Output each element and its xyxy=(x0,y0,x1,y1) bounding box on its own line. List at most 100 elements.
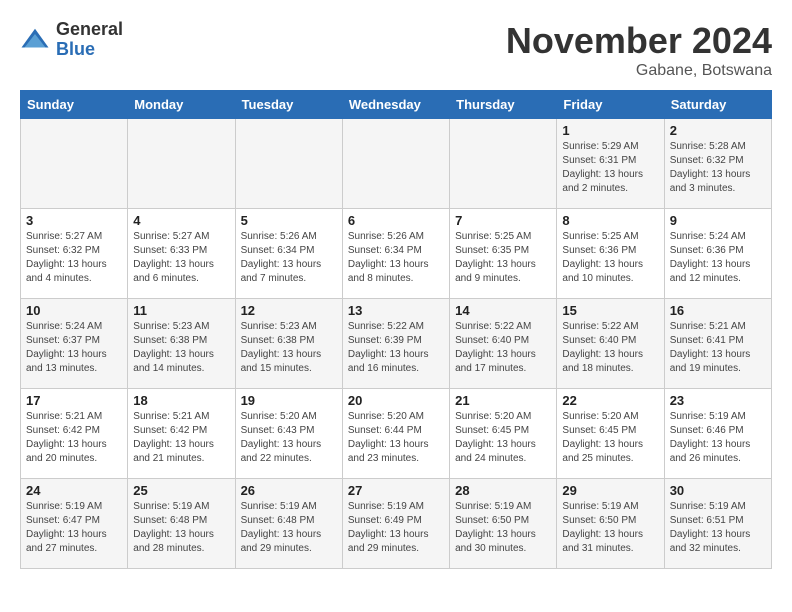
week-row-2: 3 Sunrise: 5:27 AM Sunset: 6:32 PM Daylig… xyxy=(21,209,772,299)
day-number: 23 xyxy=(670,393,766,408)
logo-general: General xyxy=(56,20,123,40)
day-number: 26 xyxy=(241,483,337,498)
day-cell: 22 Sunrise: 5:20 AM Sunset: 6:45 PM Dayli… xyxy=(557,389,664,479)
day-cell: 25 Sunrise: 5:19 AM Sunset: 6:48 PM Dayli… xyxy=(128,479,235,569)
day-cell: 26 Sunrise: 5:19 AM Sunset: 6:48 PM Dayli… xyxy=(235,479,342,569)
day-info: Sunrise: 5:26 AM Sunset: 6:34 PM Dayligh… xyxy=(348,230,444,286)
day-header-monday: Monday xyxy=(128,91,235,119)
day-number: 22 xyxy=(562,393,658,408)
day-number: 7 xyxy=(455,213,551,228)
day-info: Sunrise: 5:25 AM Sunset: 6:36 PM Dayligh… xyxy=(562,230,658,286)
logo-blue: Blue xyxy=(56,40,123,60)
day-cell: 8 Sunrise: 5:25 AM Sunset: 6:36 PM Daylig… xyxy=(557,209,664,299)
day-header-sunday: Sunday xyxy=(21,91,128,119)
day-info: Sunrise: 5:19 AM Sunset: 6:47 PM Dayligh… xyxy=(26,500,122,556)
day-info: Sunrise: 5:21 AM Sunset: 6:42 PM Dayligh… xyxy=(133,410,229,466)
day-cell: 24 Sunrise: 5:19 AM Sunset: 6:47 PM Dayli… xyxy=(21,479,128,569)
day-number: 25 xyxy=(133,483,229,498)
month-title: November 2024 xyxy=(506,20,772,62)
day-cell: 21Sunrise: 5:20 AM Sunset: 6:45 PM Dayli… xyxy=(450,389,557,479)
day-info: Sunrise: 5:19 AM Sunset: 6:48 PM Dayligh… xyxy=(241,500,337,556)
day-number: 10 xyxy=(26,303,122,318)
day-number: 2 xyxy=(670,123,766,138)
week-row-1: 1Sunrise: 5:29 AM Sunset: 6:31 PM Daylig… xyxy=(21,119,772,209)
day-number: 13 xyxy=(348,303,444,318)
day-number: 14 xyxy=(455,303,551,318)
location: Gabane, Botswana xyxy=(506,62,772,80)
day-number: 24 xyxy=(26,483,122,498)
day-info: Sunrise: 5:20 AM Sunset: 6:43 PM Dayligh… xyxy=(241,410,337,466)
day-info: Sunrise: 5:23 AM Sunset: 6:38 PM Dayligh… xyxy=(133,320,229,376)
day-number: 12 xyxy=(241,303,337,318)
day-cell: 2Sunrise: 5:28 AM Sunset: 6:32 PM Daylig… xyxy=(664,119,771,209)
day-cell: 19 Sunrise: 5:20 AM Sunset: 6:43 PM Dayli… xyxy=(235,389,342,479)
day-info: Sunrise: 5:19 AM Sunset: 6:49 PM Dayligh… xyxy=(348,500,444,556)
day-cell: 10 Sunrise: 5:24 AM Sunset: 6:37 PM Dayli… xyxy=(21,299,128,389)
week-row-4: 17Sunrise: 5:21 AM Sunset: 6:42 PM Dayli… xyxy=(21,389,772,479)
day-info: Sunrise: 5:20 AM Sunset: 6:45 PM Dayligh… xyxy=(562,410,658,466)
week-row-5: 24 Sunrise: 5:19 AM Sunset: 6:47 PM Dayli… xyxy=(21,479,772,569)
day-number: 5 xyxy=(241,213,337,228)
day-cell: 30 Sunrise: 5:19 AM Sunset: 6:51 PM Dayli… xyxy=(664,479,771,569)
day-cell: 27 Sunrise: 5:19 AM Sunset: 6:49 PM Dayli… xyxy=(342,479,449,569)
day-number: 19 xyxy=(241,393,337,408)
day-cell: 16Sunrise: 5:21 AM Sunset: 6:41 PM Dayli… xyxy=(664,299,771,389)
day-cell: 28Sunrise: 5:19 AM Sunset: 6:50 PM Dayli… xyxy=(450,479,557,569)
day-info: Sunrise: 5:24 AM Sunset: 6:37 PM Dayligh… xyxy=(26,320,122,376)
day-info: Sunrise: 5:22 AM Sunset: 6:39 PM Dayligh… xyxy=(348,320,444,376)
day-header-saturday: Saturday xyxy=(664,91,771,119)
day-info: Sunrise: 5:27 AM Sunset: 6:32 PM Dayligh… xyxy=(26,230,122,286)
day-header-thursday: Thursday xyxy=(450,91,557,119)
day-number: 27 xyxy=(348,483,444,498)
day-cell: 12 Sunrise: 5:23 AM Sunset: 6:38 PM Dayli… xyxy=(235,299,342,389)
day-cell: 20 Sunrise: 5:20 AM Sunset: 6:44 PM Dayli… xyxy=(342,389,449,479)
day-info: Sunrise: 5:19 AM Sunset: 6:50 PM Dayligh… xyxy=(562,500,658,556)
day-header-friday: Friday xyxy=(557,91,664,119)
day-cell: 6Sunrise: 5:26 AM Sunset: 6:34 PM Daylig… xyxy=(342,209,449,299)
week-row-3: 10 Sunrise: 5:24 AM Sunset: 6:37 PM Dayli… xyxy=(21,299,772,389)
day-info: Sunrise: 5:19 AM Sunset: 6:48 PM Dayligh… xyxy=(133,500,229,556)
day-header-tuesday: Tuesday xyxy=(235,91,342,119)
day-number: 15 xyxy=(562,303,658,318)
day-cell xyxy=(450,119,557,209)
day-number: 18 xyxy=(133,393,229,408)
day-number: 4 xyxy=(133,213,229,228)
day-cell: 15Sunrise: 5:22 AM Sunset: 6:40 PM Dayli… xyxy=(557,299,664,389)
day-cell: 18 Sunrise: 5:21 AM Sunset: 6:42 PM Dayli… xyxy=(128,389,235,479)
day-info: Sunrise: 5:20 AM Sunset: 6:44 PM Dayligh… xyxy=(348,410,444,466)
day-number: 30 xyxy=(670,483,766,498)
day-info: Sunrise: 5:19 AM Sunset: 6:51 PM Dayligh… xyxy=(670,500,766,556)
day-cell: 7 Sunrise: 5:25 AM Sunset: 6:35 PM Daylig… xyxy=(450,209,557,299)
day-info: Sunrise: 5:21 AM Sunset: 6:41 PM Dayligh… xyxy=(670,320,766,376)
day-number: 3 xyxy=(26,213,122,228)
day-cell: 17Sunrise: 5:21 AM Sunset: 6:42 PM Dayli… xyxy=(21,389,128,479)
day-number: 8 xyxy=(562,213,658,228)
day-info: Sunrise: 5:25 AM Sunset: 6:35 PM Dayligh… xyxy=(455,230,551,286)
day-number: 21 xyxy=(455,393,551,408)
day-number: 1 xyxy=(562,123,658,138)
day-number: 9 xyxy=(670,213,766,228)
day-cell xyxy=(342,119,449,209)
day-cell xyxy=(128,119,235,209)
day-number: 11 xyxy=(133,303,229,318)
day-cell: 9 Sunrise: 5:24 AM Sunset: 6:36 PM Daylig… xyxy=(664,209,771,299)
day-info: Sunrise: 5:27 AM Sunset: 6:33 PM Dayligh… xyxy=(133,230,229,286)
day-number: 28 xyxy=(455,483,551,498)
day-cell: 14 Sunrise: 5:22 AM Sunset: 6:40 PM Dayli… xyxy=(450,299,557,389)
day-info: Sunrise: 5:19 AM Sunset: 6:46 PM Dayligh… xyxy=(670,410,766,466)
day-info: Sunrise: 5:22 AM Sunset: 6:40 PM Dayligh… xyxy=(455,320,551,376)
day-cell xyxy=(235,119,342,209)
day-cell xyxy=(21,119,128,209)
logo: General Blue xyxy=(20,20,123,60)
day-info: Sunrise: 5:23 AM Sunset: 6:38 PM Dayligh… xyxy=(241,320,337,376)
logo-icon xyxy=(20,25,50,55)
day-number: 20 xyxy=(348,393,444,408)
day-cell: 5Sunrise: 5:26 AM Sunset: 6:34 PM Daylig… xyxy=(235,209,342,299)
day-info: Sunrise: 5:24 AM Sunset: 6:36 PM Dayligh… xyxy=(670,230,766,286)
day-cell: 3 Sunrise: 5:27 AM Sunset: 6:32 PM Daylig… xyxy=(21,209,128,299)
day-info: Sunrise: 5:21 AM Sunset: 6:42 PM Dayligh… xyxy=(26,410,122,466)
days-header-row: SundayMondayTuesdayWednesdayThursdayFrid… xyxy=(21,91,772,119)
day-header-wednesday: Wednesday xyxy=(342,91,449,119)
page-header: General Blue November 2024 Gabane, Botsw… xyxy=(20,20,772,80)
day-cell: 4 Sunrise: 5:27 AM Sunset: 6:33 PM Daylig… xyxy=(128,209,235,299)
